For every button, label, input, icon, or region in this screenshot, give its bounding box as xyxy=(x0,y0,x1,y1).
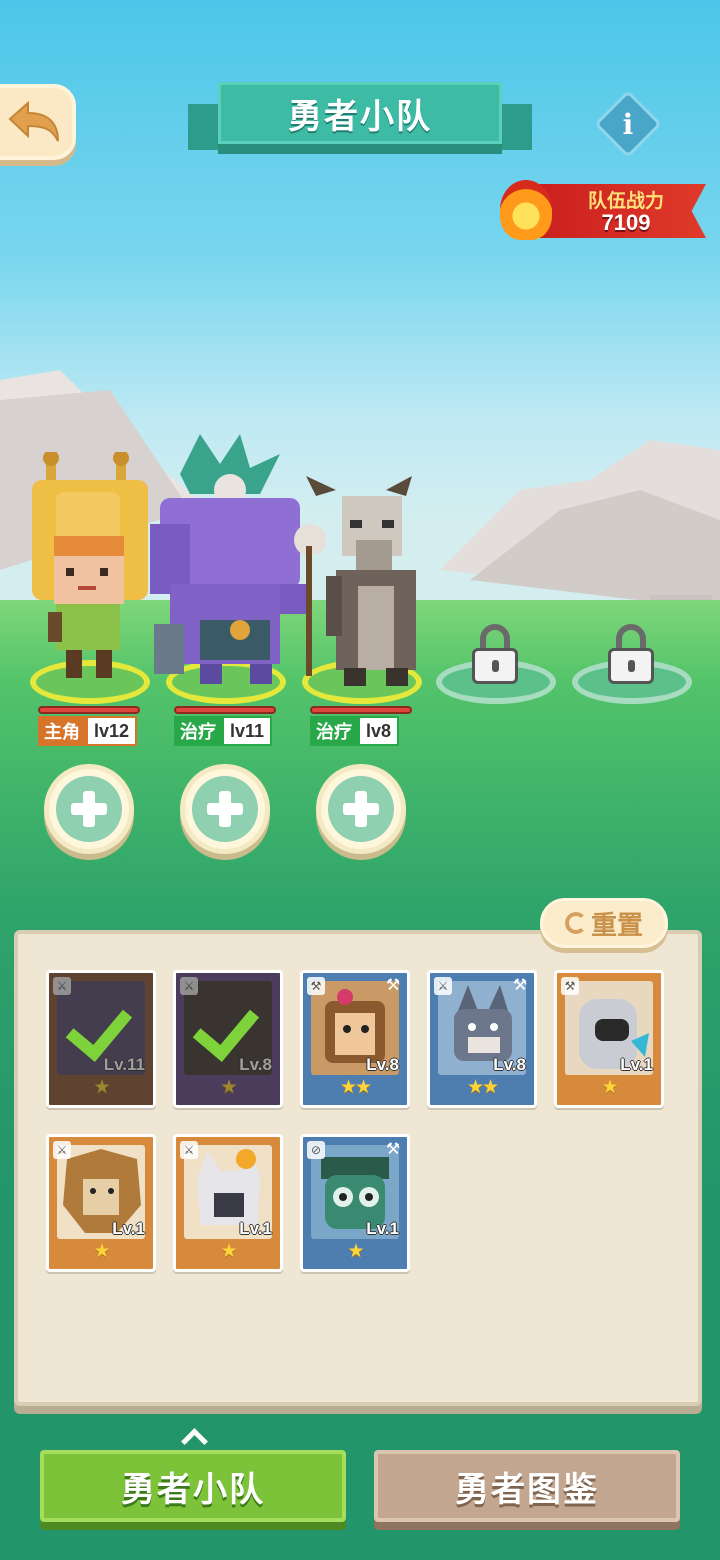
card-level: Lv.1 xyxy=(366,1219,399,1238)
paw-plus-icon xyxy=(56,776,122,842)
hero-2-hp-bar xyxy=(174,706,276,714)
hero-1-role: 主角 xyxy=(38,716,86,746)
reset-button[interactable]: 重置 xyxy=(540,898,668,948)
hero-3-tag: 治疗 lv8 xyxy=(310,716,400,746)
hero-card-4[interactable]: ⚔ ⚒ Lv.8 ★★ xyxy=(427,970,537,1108)
hammer-icon: ⚒ xyxy=(307,977,325,995)
hero-card-8[interactable]: ⊘ ⚒ Lv.1 ★ xyxy=(300,1134,410,1272)
hero-purple-elephant-healer[interactable] xyxy=(140,434,310,688)
add-pet-button-1[interactable] xyxy=(44,764,134,854)
tab-hero-codex[interactable]: 勇者图鉴 xyxy=(374,1450,680,1522)
power-value: 7109 xyxy=(601,210,651,235)
card-stars: ★ xyxy=(93,1241,110,1262)
add-pet-button-2[interactable] xyxy=(180,764,270,854)
reset-label: 重置 xyxy=(590,909,643,940)
back-button[interactable] xyxy=(0,84,76,160)
info-icon: i xyxy=(622,107,634,141)
title-banner: 勇者小队 xyxy=(188,82,532,158)
reset-icon xyxy=(564,912,587,934)
hero-3-role: 治疗 xyxy=(310,716,358,746)
page-title: 勇者小队 xyxy=(288,97,432,136)
hero-card-1[interactable]: ⚔ Lv.11 ★ xyxy=(46,970,156,1108)
card-stars: ★★ xyxy=(339,1077,372,1098)
hero-3-hp-bar xyxy=(310,706,412,714)
sword-icon: ⚔ xyxy=(434,977,452,995)
paw-plus-icon xyxy=(328,776,394,842)
hammer-icon: ⚒ xyxy=(385,1141,401,1158)
hero-1-hp-bar xyxy=(38,706,140,714)
card-level: Lv.1 xyxy=(239,1219,272,1238)
card-stars: ★ xyxy=(601,1077,618,1098)
hero-2-tag: 治疗 lv11 xyxy=(174,716,273,746)
back-arrow-icon xyxy=(8,100,59,142)
checkmark-icon xyxy=(200,999,258,1043)
hero-card-6[interactable]: ⚔ Lv.1 ★ xyxy=(46,1134,156,1272)
card-level: Lv.8 xyxy=(493,1055,526,1074)
hero-goat-shaman-healer[interactable] xyxy=(286,476,436,688)
power-label: 队伍战力 xyxy=(587,191,664,212)
card-stars: ★ xyxy=(347,1241,364,1262)
paw-plus-icon xyxy=(192,776,258,842)
hero-1-level: lv12 xyxy=(86,716,138,746)
hero-1-tag: 主角 lv12 xyxy=(38,716,138,746)
padlock-icon xyxy=(472,624,518,684)
hero-card-5[interactable]: ⚒ Lv.1 ★ xyxy=(554,970,664,1108)
padlock-icon xyxy=(608,624,654,684)
hero-card-3[interactable]: ⚒ ⚒ Lv.8 ★★ xyxy=(300,970,410,1108)
hero-2-role: 治疗 xyxy=(174,716,222,746)
tab-hero-team-label: 勇者小队 xyxy=(121,1470,265,1509)
card-stars: ★★ xyxy=(466,1077,499,1098)
hero-giraffe-hood-character[interactable] xyxy=(26,452,156,688)
hero-card-7[interactable]: ⚔ Lv.1 ★ xyxy=(173,1134,283,1272)
page-title-box: 勇者小队 xyxy=(218,82,502,144)
sword-icon: ⚔ xyxy=(53,1141,71,1159)
chevron-up-icon xyxy=(178,1426,208,1446)
tab-hero-team[interactable]: 勇者小队 xyxy=(40,1450,346,1522)
card-level: Lv.1 xyxy=(620,1055,653,1074)
banner-strip xyxy=(218,144,502,154)
hammer-icon: ⚒ xyxy=(561,977,579,995)
tab-hero-codex-label: 勇者图鉴 xyxy=(455,1470,599,1509)
sword-icon: ⚔ xyxy=(180,1141,198,1159)
card-level: Lv.8 xyxy=(366,1055,399,1074)
staff-icon: ⊘ xyxy=(307,1141,325,1159)
power-fist-icon xyxy=(500,180,552,240)
card-stars: ★ xyxy=(220,1241,237,1262)
card-level: Lv.1 xyxy=(112,1219,145,1238)
hero-3-level: lv8 xyxy=(358,716,400,746)
add-pet-button-3[interactable] xyxy=(316,764,406,854)
team-power-badge: 队伍战力 7109 xyxy=(496,172,718,244)
hero-card-2[interactable]: ⚔ Lv.8 ★ xyxy=(173,970,283,1108)
checkmark-icon xyxy=(73,999,131,1043)
hero-2-level: lv11 xyxy=(222,716,273,746)
hammer-icon: ⚒ xyxy=(512,977,528,994)
hammer-icon: ⚒ xyxy=(385,977,401,994)
